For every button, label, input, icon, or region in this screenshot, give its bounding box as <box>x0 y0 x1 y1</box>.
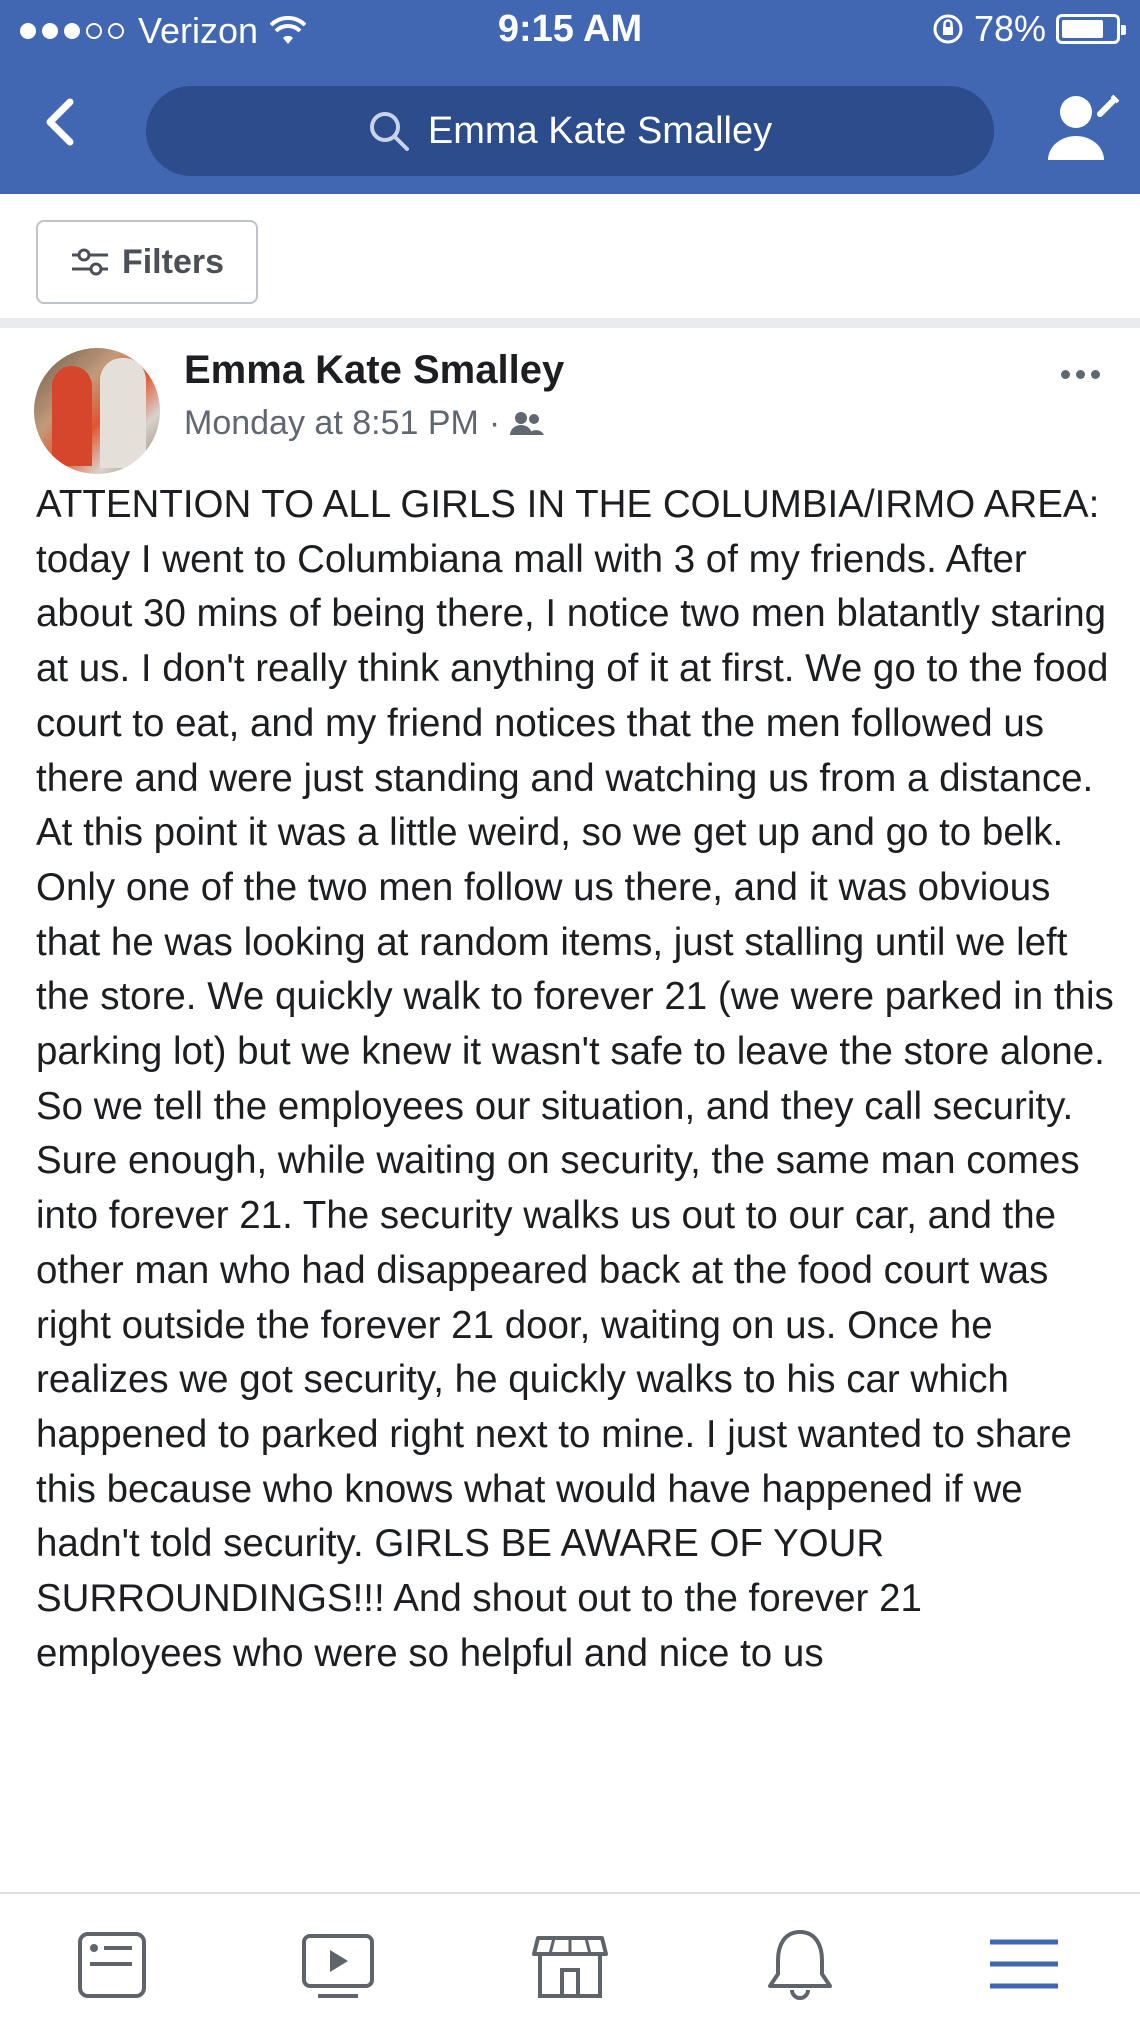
battery-percentage: 78% <box>973 8 1046 49</box>
header: Verizon 9:15 AM 78% Emma Kate Smalley <box>0 0 1140 194</box>
more-options-icon[interactable] <box>1061 370 1100 379</box>
orientation-lock-icon <box>933 14 963 44</box>
nav-bar: Emma Kate Smalley <box>0 76 1140 176</box>
battery-icon <box>1056 14 1126 44</box>
filter-sliders-icon <box>71 248 108 276</box>
notifications-bell-icon[interactable] <box>760 1924 840 2004</box>
meta-separator: · <box>488 404 501 442</box>
avatar[interactable] <box>34 348 160 474</box>
friends-audience-icon <box>510 411 545 435</box>
friend-requests-icon[interactable] <box>1042 88 1122 168</box>
filters-label: Filters <box>121 242 225 281</box>
post-body: ATTENTION TO ALL GIRLS IN THE COLUMBIA/I… <box>36 483 1114 1675</box>
news-feed-icon[interactable] <box>72 1924 152 2004</box>
post-meta: Monday at 8:51 PM · <box>184 404 545 443</box>
marketplace-icon[interactable] <box>530 1924 610 2004</box>
menu-icon[interactable] <box>984 1924 1064 2004</box>
search-bar[interactable]: Emma Kate Smalley <box>146 86 994 176</box>
search-icon <box>369 112 409 151</box>
filters-bar: Filters <box>0 194 1140 328</box>
post-timestamp[interactable]: Monday at 8:51 PM <box>184 404 479 443</box>
search-query: Emma Kate Smalley <box>427 109 773 152</box>
tab-bar <box>0 1892 1140 2028</box>
back-chevron-icon[interactable] <box>30 92 90 152</box>
status-bar: Verizon 9:15 AM 78% <box>0 0 1140 64</box>
post-author[interactable]: Emma Kate Smalley <box>184 348 564 393</box>
video-icon[interactable] <box>298 1924 378 2004</box>
status-right: 78% <box>932 8 1126 50</box>
filters-button[interactable]: Filters <box>36 220 258 304</box>
